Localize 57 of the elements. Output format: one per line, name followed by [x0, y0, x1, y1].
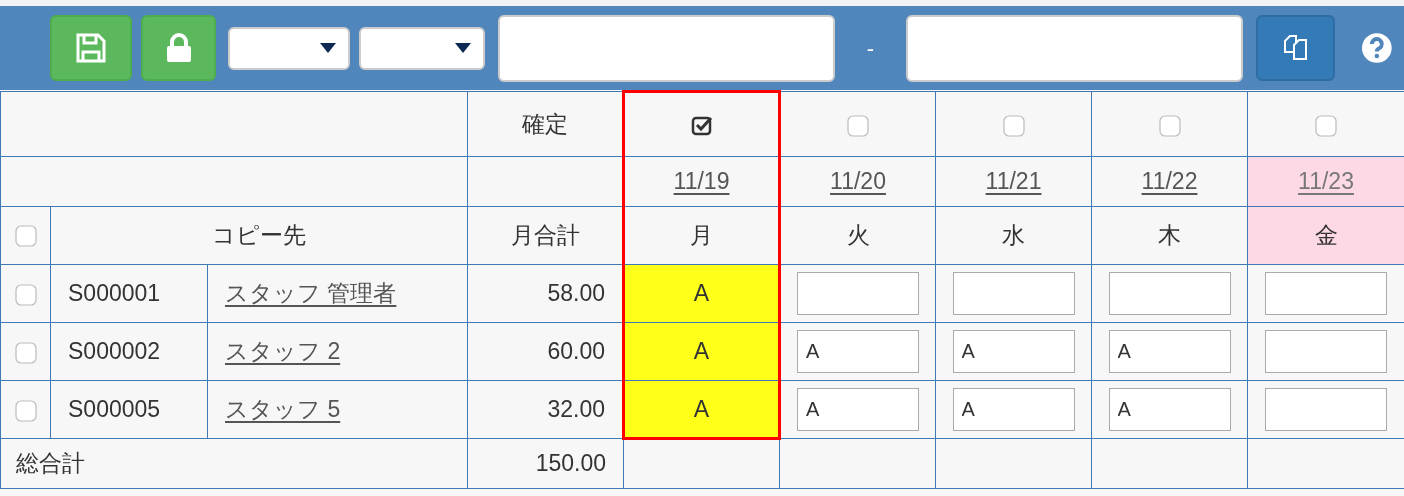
grand-total-label: 総合計	[16, 450, 85, 477]
checkbox[interactable]	[847, 114, 869, 137]
shift-input[interactable]: A	[952, 330, 1075, 373]
shift-input[interactable]	[952, 272, 1075, 315]
checkbox[interactable]	[1315, 114, 1337, 137]
month-total: 58.00	[547, 280, 605, 307]
checkbox[interactable]	[14, 224, 37, 247]
staff-code: S000002	[68, 338, 161, 365]
date-link[interactable]: 11/22	[1141, 168, 1198, 195]
weekday-header: 水	[935, 206, 1092, 265]
shift-input[interactable]	[1265, 388, 1387, 431]
shift-input[interactable]	[1265, 272, 1387, 315]
month-total: 60.00	[547, 338, 605, 365]
shift-input[interactable]: A	[1108, 388, 1231, 431]
staff-code: S000001	[68, 280, 161, 307]
shift-input[interactable]: A	[1108, 330, 1231, 373]
caret-icon	[454, 43, 471, 53]
lock-button[interactable]	[141, 15, 217, 81]
copy-icon	[1282, 35, 1309, 61]
shift-input[interactable]	[797, 272, 919, 315]
date-link[interactable]: 11/20	[830, 168, 886, 195]
shift-input[interactable]	[1108, 272, 1231, 315]
month-total: 32.00	[547, 396, 605, 423]
input-field[interactable]	[497, 14, 835, 82]
shift-input[interactable]: A	[952, 388, 1075, 431]
weekday-header: 木	[1091, 206, 1248, 265]
lock-icon	[165, 33, 192, 63]
shift-input[interactable]	[1265, 330, 1387, 373]
save-button[interactable]	[50, 15, 133, 81]
input-field[interactable]	[906, 14, 1244, 82]
shift-input[interactable]: A	[797, 388, 919, 431]
checkbox[interactable]	[1002, 114, 1025, 137]
save-icon	[75, 32, 108, 64]
checkbox[interactable]	[14, 342, 37, 365]
date-link[interactable]: 11/21	[985, 168, 1042, 195]
checkbox[interactable]	[690, 115, 713, 138]
shift-cell: A	[623, 264, 780, 323]
column-header: 確定	[522, 110, 568, 137]
shift-cell: A	[623, 380, 780, 439]
checkbox[interactable]	[14, 284, 37, 307]
checkbox[interactable]	[1158, 114, 1181, 137]
help-icon[interactable]	[1362, 33, 1392, 63]
weekday-header: 金	[1247, 206, 1404, 265]
shift-cell: A	[623, 322, 780, 381]
copy-button[interactable]	[1256, 15, 1336, 81]
column-header: 月合計	[510, 222, 580, 249]
weekday-header: 火	[779, 206, 936, 265]
caret-icon	[320, 43, 336, 53]
checkbox[interactable]	[14, 400, 37, 423]
column-header: コピー先	[212, 222, 306, 249]
staff-code: S000005	[68, 396, 161, 423]
grand-total: 150.00	[535, 450, 606, 477]
date-link[interactable]: 11/19	[673, 168, 730, 195]
shift-input[interactable]: A	[797, 330, 919, 373]
dropdown[interactable]	[228, 26, 350, 70]
dropdown[interactable]	[359, 26, 485, 70]
range-separator: -	[865, 34, 876, 63]
